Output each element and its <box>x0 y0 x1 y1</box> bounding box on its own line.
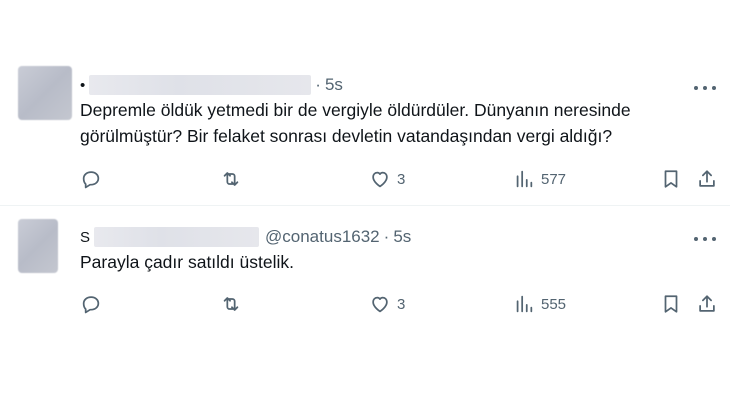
timestamp[interactable]: 5s <box>393 227 411 247</box>
tweet-text-line: Parayla çadır satıldı üstelik. <box>80 252 294 272</box>
reply-icon <box>82 171 100 189</box>
author-name-initial[interactable]: • <box>80 77 85 94</box>
bookmark-button[interactable] <box>660 291 682 317</box>
view-count: 555 <box>541 295 567 313</box>
bookmark-button[interactable] <box>660 166 682 192</box>
tweet-text: Depremle öldük yetmedi bir de vergiyle ö… <box>80 97 700 149</box>
tweet[interactable]: S @conatus1632 · 5s Parayla çadır satıld… <box>0 205 730 335</box>
author-name-initial[interactable]: S <box>80 229 90 246</box>
timestamp[interactable]: 5s <box>325 75 343 95</box>
more-options-icon[interactable] <box>694 78 716 98</box>
retweet-icon <box>223 297 239 311</box>
heart-icon <box>372 171 388 188</box>
author-handle[interactable]: @conatus1632 <box>265 227 380 247</box>
retweet-icon <box>223 172 239 186</box>
heart-icon <box>372 296 388 313</box>
views-button[interactable]: 555 <box>513 291 566 317</box>
separator-dot: · <box>315 75 321 94</box>
bookmark-icon <box>664 170 678 188</box>
share-button[interactable] <box>696 166 718 192</box>
separator-dot: · <box>383 227 390 246</box>
views-button[interactable]: 577 <box>513 166 566 192</box>
retweet-button[interactable] <box>220 166 242 192</box>
share-icon <box>699 170 715 187</box>
reply-button[interactable] <box>80 166 102 192</box>
like-count: 3 <box>397 295 406 313</box>
like-button[interactable]: 3 <box>369 166 405 192</box>
like-button[interactable]: 3 <box>369 291 405 317</box>
share-button[interactable] <box>696 291 718 317</box>
like-count: 3 <box>397 170 406 188</box>
view-count: 577 <box>541 170 567 188</box>
redacted-author-name <box>94 227 260 247</box>
bookmark-icon <box>664 295 678 313</box>
views-chart-icon <box>516 170 533 188</box>
action-bar: 3 577 <box>0 166 730 192</box>
tweet-header: S @conatus1632 · 5s <box>80 226 411 248</box>
redacted-author-name <box>89 75 312 95</box>
more-options-icon[interactable] <box>694 229 716 249</box>
retweet-button[interactable] <box>220 291 242 317</box>
tweet-header: • · 5s <box>80 74 343 96</box>
tweet[interactable]: • · 5s Depremle öldük yetmedi bir de ver… <box>0 0 730 206</box>
avatar[interactable] <box>18 66 72 120</box>
reply-icon <box>82 296 100 314</box>
views-chart-icon <box>516 295 533 313</box>
share-icon <box>699 295 715 312</box>
tweet-text-line: görülmüştür? Bir felaket sonrası devleti… <box>80 126 613 146</box>
tweet-text: Parayla çadır satıldı üstelik. <box>80 249 700 275</box>
avatar[interactable] <box>18 219 58 273</box>
tweet-text-line: Depremle öldük yetmedi bir de vergiyle ö… <box>80 100 631 120</box>
action-bar: 3 555 <box>0 291 730 317</box>
reply-button[interactable] <box>80 291 102 317</box>
